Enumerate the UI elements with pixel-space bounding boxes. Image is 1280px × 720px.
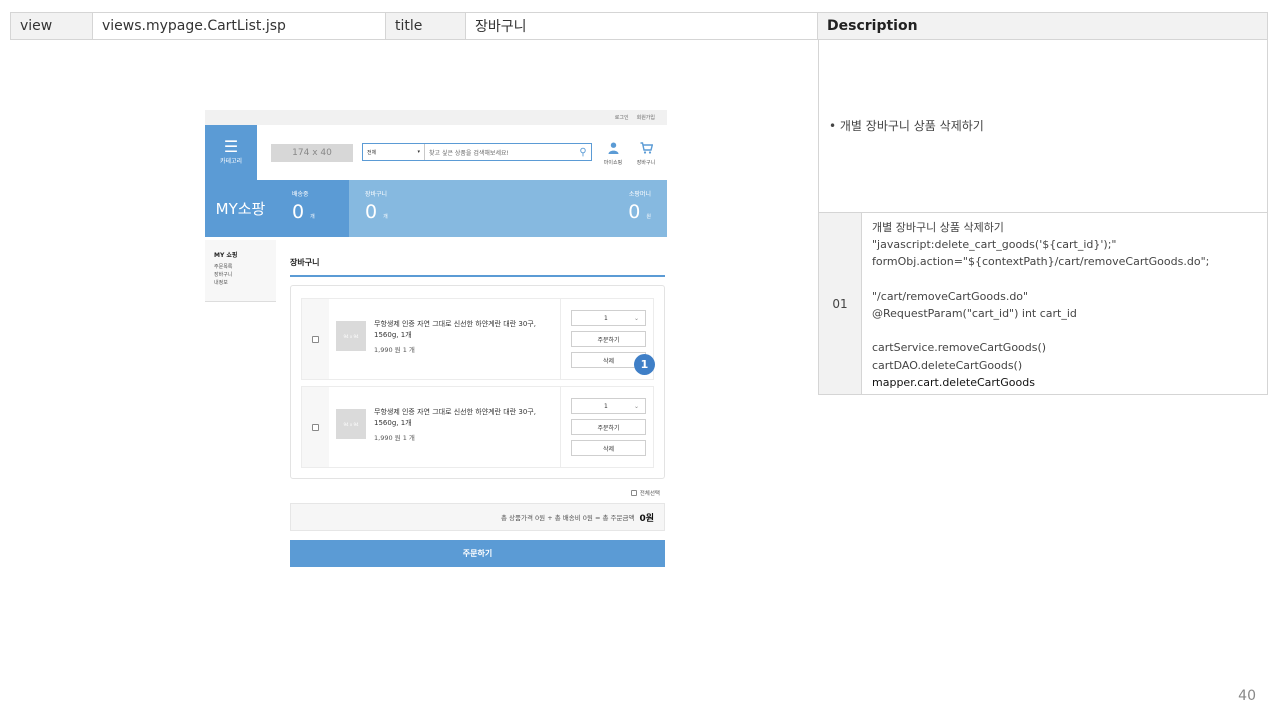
item-name[interactable]: 무항생제 인증 자연 그대로 신선한 하얀계란 대란 30구, 1560g, 1…: [374, 407, 554, 429]
view-value: views.mypage.CartList.jsp: [93, 13, 386, 39]
desc-line: "javascript:delete_cart_goods('${cart_id…: [872, 238, 1117, 252]
desc-line: [872, 271, 1257, 288]
description-header: Description: [818, 12, 1268, 40]
login-link[interactable]: 로그인: [615, 114, 629, 121]
desc-line: @RequestParam("cart_id") int cart_id: [872, 307, 1077, 320]
cart-icon: [640, 142, 653, 157]
chevron-down-icon: ▾: [417, 149, 420, 155]
description-row: 01 개별 장바구니 상품 삭제하기 "javascript:delete_ca…: [818, 212, 1268, 395]
stat-value: 0 개: [292, 201, 315, 223]
category-label: 카테고리: [219, 158, 243, 165]
title-label: title: [386, 13, 466, 39]
item-checkbox-area: [302, 387, 329, 467]
search-category-value: 전체: [367, 149, 377, 156]
search-input[interactable]: 찾고 싶은 상품을 검색해보세요!: [425, 148, 575, 157]
annotation-badge: 1: [634, 354, 655, 375]
search-bar: 전체 ▾ 찾고 싶은 상품을 검색해보세요! ⚲: [362, 143, 592, 161]
category-button[interactable]: ☰ 카테고리: [205, 125, 257, 180]
desc-line: formObj.action="${contextPath}/cart/remo…: [872, 255, 1210, 269]
item-thumbnail[interactable]: 94 x 94: [336, 321, 366, 351]
desc-line: mapper.cart.deleteCartGoods: [872, 375, 1035, 389]
stat-cart[interactable]: 장바구니 0 개: [349, 180, 422, 237]
user-icon: [608, 142, 619, 157]
menu-icon: ☰: [223, 137, 239, 156]
select-all-checkbox[interactable]: [630, 490, 637, 496]
item-price: 1,990 원 1 개: [374, 434, 415, 442]
sidebar-item-cart[interactable]: 장바구니: [214, 271, 267, 279]
desc-line: 개별 장바구니 상품 삭제하기: [872, 221, 1004, 234]
stat-value: 0 개: [365, 201, 388, 223]
cart-label: 장바구니: [636, 160, 656, 166]
stat-value: 0 원: [628, 201, 651, 223]
title-value: 장바구니: [475, 19, 527, 35]
total-text: 총 상품가격 0원 + 총 배송비 0원 = 총 주문금액: [501, 514, 635, 522]
item-name[interactable]: 무항생제 인증 자연 그대로 신선한 하얀계란 대란 30구, 1560g, 1…: [374, 319, 554, 341]
search-icon[interactable]: ⚲: [575, 147, 591, 158]
desc-line: cartDAO.deleteCartGoods(): [872, 358, 1023, 372]
logo-placeholder[interactable]: 174 x 40: [271, 144, 353, 162]
page-number: 40: [1238, 688, 1256, 704]
cart-list: 94 x 94 무항생제 인증 자연 그대로 신선한 하얀계란 대란 30구, …: [290, 285, 665, 479]
item-checkbox-area: [302, 299, 329, 379]
delete-item-button[interactable]: 삭제: [571, 440, 646, 456]
top-bar: 로그인 회원가입: [205, 110, 667, 125]
order-item-button[interactable]: 주문하기: [571, 331, 646, 347]
stat-label: 소팡머니: [628, 191, 651, 198]
banner-title: MY소팡: [205, 180, 276, 237]
sidebar-item-orders[interactable]: 주문목록: [214, 263, 267, 271]
my-shopping-button[interactable]: 마이쇼핑: [598, 142, 628, 166]
cart-item: 94 x 94 무항생제 인증 자연 그대로 신선한 하얀계란 대란 30구, …: [301, 386, 654, 468]
stat-shipping[interactable]: 배송중 0 개: [276, 180, 349, 237]
view-label: view: [11, 13, 93, 39]
chevron-down-icon: ⌄: [633, 402, 639, 410]
stat-money[interactable]: 소팡머니 0 원: [628, 180, 651, 237]
spec-header: view views.mypage.CartList.jsp title 장바구…: [10, 12, 818, 40]
order-button[interactable]: 주문하기: [290, 540, 665, 567]
sidebar-heading: MY 쇼핑: [214, 252, 238, 259]
item-checkbox[interactable]: [312, 335, 319, 343]
item-price: 1,990 원 1 개: [374, 346, 415, 354]
cart-page-mockup: 로그인 회원가입 ☰ 카테고리 174 x 40 전체 ▾ 찾고 싶은 상품을 …: [205, 110, 667, 572]
desc-line: cartService.removeCartGoods(): [872, 341, 1047, 355]
item-thumbnail[interactable]: 94 x 94: [336, 409, 366, 439]
stat-label: 배송중: [292, 191, 309, 198]
order-item-button[interactable]: 주문하기: [571, 419, 646, 435]
desc-line: [872, 322, 1257, 339]
my-shopping-label: 마이쇼핑: [603, 160, 623, 166]
description-bullet: • 개별 장바구니 상품 삭제하기: [829, 119, 984, 133]
description-lines: 개별 장바구니 상품 삭제하기 "javascript:delete_cart_…: [862, 213, 1267, 394]
description-body: • 개별 장바구니 상품 삭제하기: [818, 39, 1268, 213]
stat-label: 장바구니: [365, 191, 388, 198]
signup-link[interactable]: 회원가입: [637, 114, 655, 121]
row-number: 01: [819, 213, 862, 394]
cart-item: 94 x 94 무항생제 인증 자연 그대로 신선한 하얀계란 대란 30구, …: [301, 298, 654, 380]
my-shop-banner: MY소팡 배송중 0 개 장바구니 0 개 소팡머니 0 원: [205, 180, 667, 237]
select-all-label: 전체선택: [639, 491, 660, 497]
chevron-down-icon: ⌄: [633, 314, 639, 322]
search-category-select[interactable]: 전체 ▾: [363, 144, 425, 160]
cart-button[interactable]: 장바구니: [631, 142, 661, 166]
total-summary: 총 상품가격 0원 + 총 배송비 0원 = 총 주문금액 0원: [290, 503, 665, 531]
cart-title-divider: [290, 275, 665, 277]
item-checkbox[interactable]: [312, 423, 319, 431]
quantity-select[interactable]: 1 ⌄: [571, 310, 646, 326]
quantity-select[interactable]: 1 ⌄: [571, 398, 646, 414]
sidebar-item-myinfo[interactable]: 내정보: [214, 279, 267, 287]
total-amount: 0원: [639, 513, 654, 524]
cart-title: 장바구니: [290, 258, 320, 267]
desc-line: "/cart/removeCartGoods.do": [872, 289, 1029, 303]
select-all[interactable]: 전체선택: [630, 489, 660, 497]
item-controls: 1 ⌄ 주문하기 삭제: [560, 387, 655, 467]
sidebar: MY 쇼핑 주문목록 장바구니 내정보: [205, 240, 276, 302]
